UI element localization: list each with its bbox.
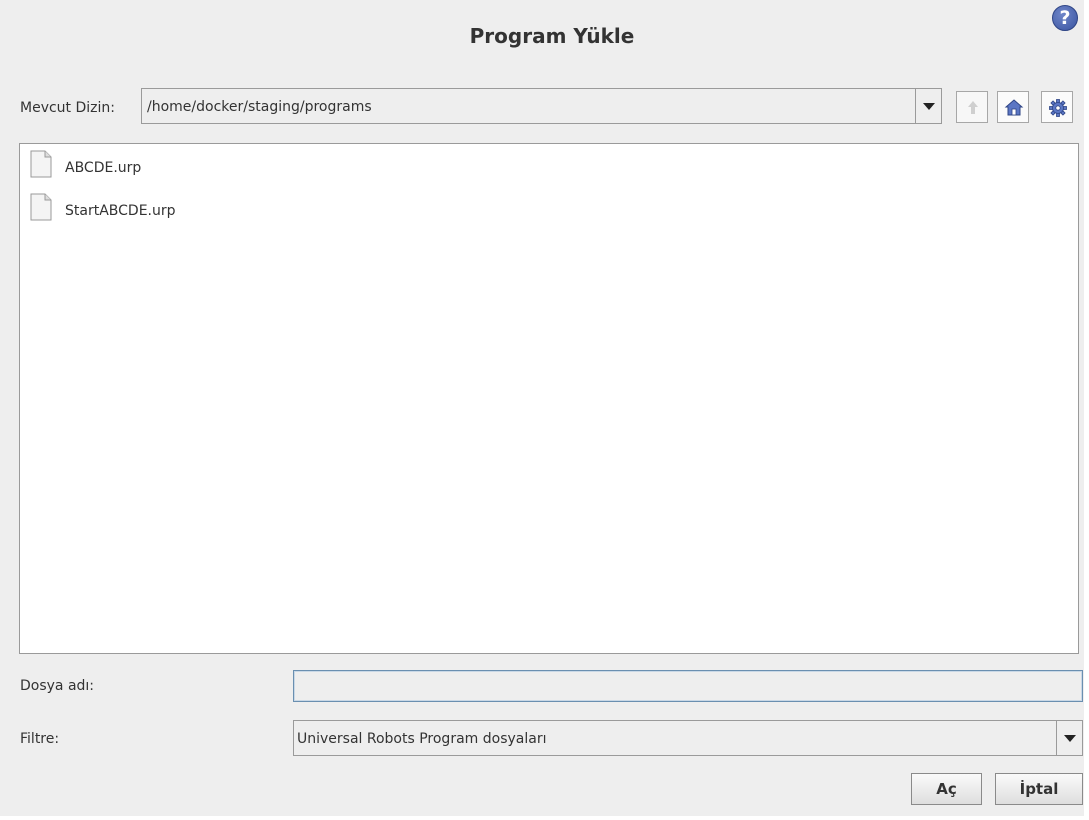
filename-input[interactable] [293,670,1083,702]
chevron-down-icon [923,103,935,110]
up-folder-button[interactable] [956,91,988,123]
filter-value: Universal Robots Program dosyaları [297,731,547,747]
current-directory-label: Mevcut Dizin: [20,100,115,116]
open-button[interactable]: Aç [911,773,982,805]
current-directory-dropdown-button[interactable] [915,89,941,123]
gear-icon [1049,99,1067,117]
filename-label: Dosya adı: [20,678,95,694]
dialog-title: Program Yükle [469,24,635,48]
chevron-down-icon [1064,735,1076,742]
load-program-dialog: Program Yükle ? Mevcut Dizin: /home/dock… [0,0,1089,820]
home-folder-button[interactable] [997,91,1029,123]
cancel-button[interactable]: İptal [995,773,1083,805]
question-mark-icon[interactable]: ? [1052,5,1078,31]
document-icon [30,193,52,221]
window-edge [0,816,1089,820]
file-name: ABCDE.urp [65,160,142,176]
window-edge [1084,0,1089,820]
current-directory-value: /home/docker/staging/programs [147,99,372,115]
file-list-item[interactable]: ABCDE.urp [30,150,330,182]
file-name: StartABCDE.urp [65,203,176,219]
filter-combobox[interactable]: Universal Robots Program dosyaları [293,720,1083,756]
document-icon [30,150,52,178]
file-list-item[interactable]: StartABCDE.urp [30,193,330,225]
filter-label: Filtre: [20,731,60,747]
settings-button[interactable] [1041,91,1073,123]
current-directory-combobox[interactable]: /home/docker/staging/programs [141,88,942,124]
home-icon [1004,99,1024,116]
filter-dropdown-button[interactable] [1056,721,1082,755]
arrow-up-icon [968,101,978,114]
file-list[interactable]: ABCDE.urp StartABCDE.urp [19,143,1079,654]
